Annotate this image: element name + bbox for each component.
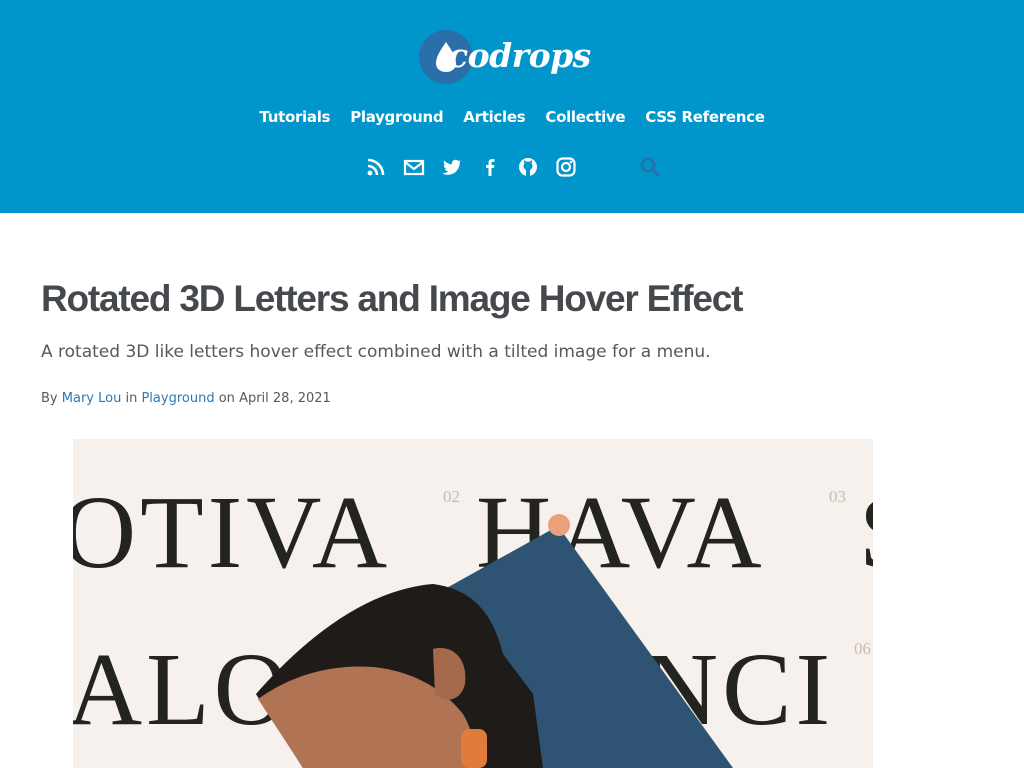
logo-text: codrops: [448, 36, 591, 75]
hero-number-03: 03: [829, 487, 846, 506]
site-header: codrops Tutorials Playground Articles Co…: [0, 0, 1024, 213]
codrops-logo[interactable]: codrops: [419, 30, 591, 86]
hero-image[interactable]: OTIVA HAVA S ALO NCI 02 03 06: [73, 439, 873, 768]
meta-in: in: [125, 391, 138, 406]
article-meta: By Mary Lou in Playground on April 28, 2…: [41, 391, 331, 406]
instagram-icon[interactable]: [554, 155, 578, 179]
main-nav: Tutorials Playground Articles Collective…: [0, 108, 1024, 126]
twitter-icon[interactable]: [440, 155, 464, 179]
meta-by: By: [41, 391, 58, 406]
publish-date: April 28, 2021: [239, 391, 331, 406]
article-title: Rotated 3D Letters and Image Hover Effec…: [41, 278, 743, 319]
hero-illustration: OTIVA HAVA S ALO NCI 02 03 06: [73, 475, 873, 768]
github-icon[interactable]: [516, 155, 540, 179]
facebook-icon[interactable]: [478, 155, 502, 179]
nav-tutorials[interactable]: Tutorials: [259, 108, 330, 126]
hero-word-otiva: OTIVA: [73, 475, 391, 590]
search-icon[interactable]: [638, 155, 662, 179]
hero-word-alo: ALO: [73, 632, 293, 747]
mail-icon[interactable]: [402, 155, 426, 179]
nav-playground[interactable]: Playground: [350, 108, 443, 126]
hero-word-edge: S: [859, 475, 873, 590]
category-link[interactable]: Playground: [141, 391, 214, 406]
hero-number-06: 06: [854, 639, 871, 658]
nav-articles[interactable]: Articles: [463, 108, 525, 126]
hero-number-02: 02: [443, 487, 460, 506]
nav-css-reference[interactable]: CSS Reference: [645, 108, 765, 126]
article-subtitle: A rotated 3D like letters hover effect c…: [41, 342, 711, 362]
rss-icon[interactable]: [364, 155, 388, 179]
meta-on: on: [218, 391, 235, 406]
nav-collective[interactable]: Collective: [545, 108, 625, 126]
author-link[interactable]: Mary Lou: [62, 391, 122, 406]
